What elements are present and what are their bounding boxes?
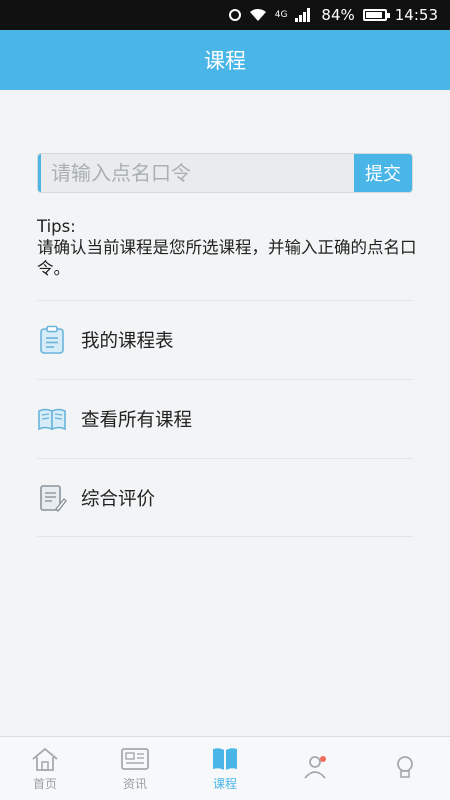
document-edit-icon	[40, 484, 67, 512]
book-icon	[38, 408, 66, 431]
battery-percent: 84%	[321, 6, 355, 24]
submit-button[interactable]: 提交	[354, 154, 412, 192]
news-icon	[121, 747, 149, 770]
alarm-icon	[228, 9, 241, 21]
book-open-icon	[213, 747, 237, 770]
menu-item-label: 综合评价	[81, 488, 156, 510]
bulb-icon	[397, 756, 413, 778]
app-header: 课程	[0, 30, 450, 90]
battery-icon	[362, 9, 390, 21]
tab-home[interactable]: 首页	[0, 737, 90, 800]
wifi-icon	[249, 8, 266, 21]
signal-icon	[295, 8, 313, 22]
page-title: 课程	[204, 49, 246, 73]
tab-news[interactable]: 资讯	[90, 737, 180, 800]
menu-item-evaluation[interactable]: 综合评价	[37, 458, 413, 537]
bottom-tab-bar: 首页 资讯 课程	[0, 736, 450, 800]
home-icon	[32, 747, 58, 771]
user-icon	[304, 756, 326, 779]
clock: 14:53	[394, 6, 438, 24]
tips-heading: Tips:	[37, 217, 76, 236]
roll-call-form: 提交	[37, 153, 413, 193]
menu-item-my-schedule[interactable]: 我的课程表	[37, 300, 413, 379]
tab-courses[interactable]: 课程	[180, 737, 270, 800]
tab-label: 首页	[32, 776, 57, 791]
menu-item-label: 我的课程表	[81, 331, 174, 352]
course-menu: 我的课程表 查看所有课程 综合评价	[37, 300, 413, 537]
network-type: 4G	[274, 10, 288, 20]
tab-profile[interactable]	[270, 737, 360, 800]
tips: Tips: 请确认当前课程是您所选课程，并输入正确的点名口令。	[37, 216, 417, 279]
clipboard-icon	[40, 325, 64, 354]
roll-call-code-input[interactable]	[38, 154, 354, 192]
menu-item-label: 查看所有课程	[81, 410, 193, 431]
menu-item-all-courses[interactable]: 查看所有课程	[37, 379, 413, 458]
tab-more[interactable]	[360, 737, 450, 800]
tab-label: 资讯	[122, 776, 147, 791]
tips-text: 请确认当前课程是您所选课程，并输入正确的点名口令。	[37, 238, 417, 278]
status-bar: 4G 84% 14:53	[0, 0, 450, 30]
tab-label: 课程	[212, 776, 237, 791]
